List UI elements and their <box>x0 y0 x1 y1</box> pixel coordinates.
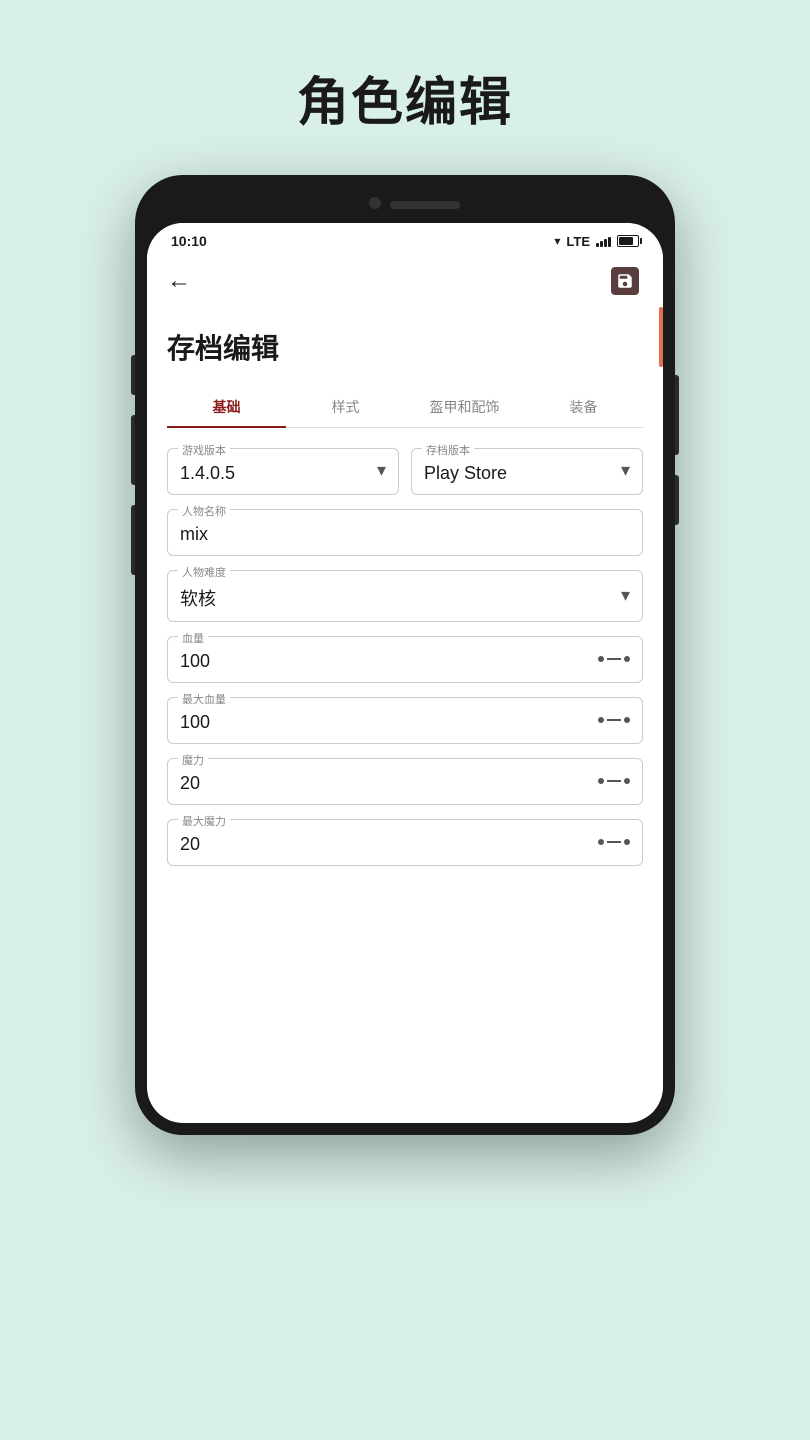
wifi-icon: ▾ <box>554 234 560 248</box>
tab-style[interactable]: 样式 <box>286 387 405 427</box>
stepper-dot <box>624 656 630 662</box>
stepper-line <box>607 780 621 782</box>
character-name-value[interactable]: mix <box>180 524 630 545</box>
front-camera <box>369 197 381 209</box>
app-bar: ← <box>147 255 663 307</box>
max-health-field[interactable]: 最大血量 100 <box>167 697 643 744</box>
mana-row: 魔力 20 <box>167 758 643 805</box>
health-stepper[interactable] <box>598 656 630 662</box>
volume-up-left-button <box>131 415 135 485</box>
character-name-label: 人物名称 <box>178 503 230 519</box>
tab-equipment[interactable]: 装备 <box>524 387 643 427</box>
difficulty-label: 人物难度 <box>178 564 230 580</box>
max-mana-field[interactable]: 最大魔力 20 <box>167 819 643 866</box>
power-button <box>675 375 679 455</box>
max-mana-row: 最大魔力 20 <box>167 819 643 866</box>
character-name-row: 人物名称 mix <box>167 509 643 556</box>
game-version-field[interactable]: 游戏版本 1.4.0.5 ▾ <box>167 448 399 495</box>
stepper-line <box>607 841 621 843</box>
stepper-line <box>607 658 621 660</box>
mana-stepper[interactable] <box>598 778 630 784</box>
lte-label: LTE <box>566 234 590 249</box>
character-name-field[interactable]: 人物名称 mix <box>167 509 643 556</box>
difficulty-dropdown-arrow: ▾ <box>621 585 630 606</box>
difficulty-field[interactable]: 人物难度 软核 ▾ <box>167 570 643 622</box>
phone-speaker <box>390 201 460 209</box>
game-version-dropdown-arrow: ▾ <box>377 460 386 481</box>
difficulty-row: 人物难度 软核 ▾ <box>167 570 643 622</box>
stepper-dot <box>624 717 630 723</box>
max-health-label: 最大血量 <box>178 691 230 707</box>
stepper-dot <box>624 839 630 845</box>
section-title: 存档编辑 <box>167 327 643 367</box>
save-version-field[interactable]: 存档版本 Play Store ▾ <box>411 448 643 495</box>
max-mana-label: 最大魔力 <box>178 813 230 829</box>
health-field[interactable]: 血量 100 <box>167 636 643 683</box>
save-version-value: Play Store <box>424 463 507 484</box>
max-mana-value: 20 <box>180 834 200 855</box>
version-row: 游戏版本 1.4.0.5 ▾ 存档版本 Play Store ▾ <box>167 448 643 495</box>
tab-armor[interactable]: 盔甲和配饰 <box>405 387 524 427</box>
volume-down-button <box>131 355 135 395</box>
stepper-dot <box>598 839 604 845</box>
max-health-row: 最大血量 100 <box>167 697 643 744</box>
stepper-dot <box>624 778 630 784</box>
back-button[interactable]: ← <box>167 267 191 295</box>
battery-fill <box>619 237 633 245</box>
health-row: 血量 100 <box>167 636 643 683</box>
stepper-line <box>607 719 621 721</box>
stepper-dot <box>598 717 604 723</box>
save-icon <box>611 267 639 295</box>
phone-frame: 10:10 ▾ LTE ← <box>135 175 675 1135</box>
stepper-dot <box>598 778 604 784</box>
status-bar: 10:10 ▾ LTE <box>147 223 663 255</box>
signal-bars <box>596 235 611 247</box>
page-title: 角色编辑 <box>297 60 513 135</box>
save-button[interactable] <box>607 263 643 299</box>
tab-bar: 基础 样式 盔甲和配饰 装备 <box>167 387 643 428</box>
stepper-dot <box>598 656 604 662</box>
game-version-label: 游戏版本 <box>178 442 230 458</box>
mana-value: 20 <box>180 773 200 794</box>
save-version-label: 存档版本 <box>422 442 474 458</box>
max-mana-stepper[interactable] <box>598 839 630 845</box>
phone-screen: 10:10 ▾ LTE ← <box>147 223 663 1123</box>
status-time: 10:10 <box>171 233 207 249</box>
save-version-dropdown-arrow: ▾ <box>621 460 630 481</box>
health-label: 血量 <box>178 630 208 646</box>
game-version-value: 1.4.0.5 <box>180 463 235 484</box>
max-health-stepper[interactable] <box>598 717 630 723</box>
max-health-value: 100 <box>180 712 210 733</box>
phone-notch <box>147 187 663 223</box>
volume-up-button <box>675 475 679 525</box>
tab-basic[interactable]: 基础 <box>167 387 286 427</box>
status-icons: ▾ LTE <box>554 234 639 249</box>
volume-down-left-button <box>131 505 135 575</box>
difficulty-value: 软核 <box>180 585 216 611</box>
health-value: 100 <box>180 651 210 672</box>
mana-field[interactable]: 魔力 20 <box>167 758 643 805</box>
scroll-indicator <box>659 307 663 367</box>
mana-label: 魔力 <box>178 752 208 768</box>
battery-icon <box>617 235 639 247</box>
